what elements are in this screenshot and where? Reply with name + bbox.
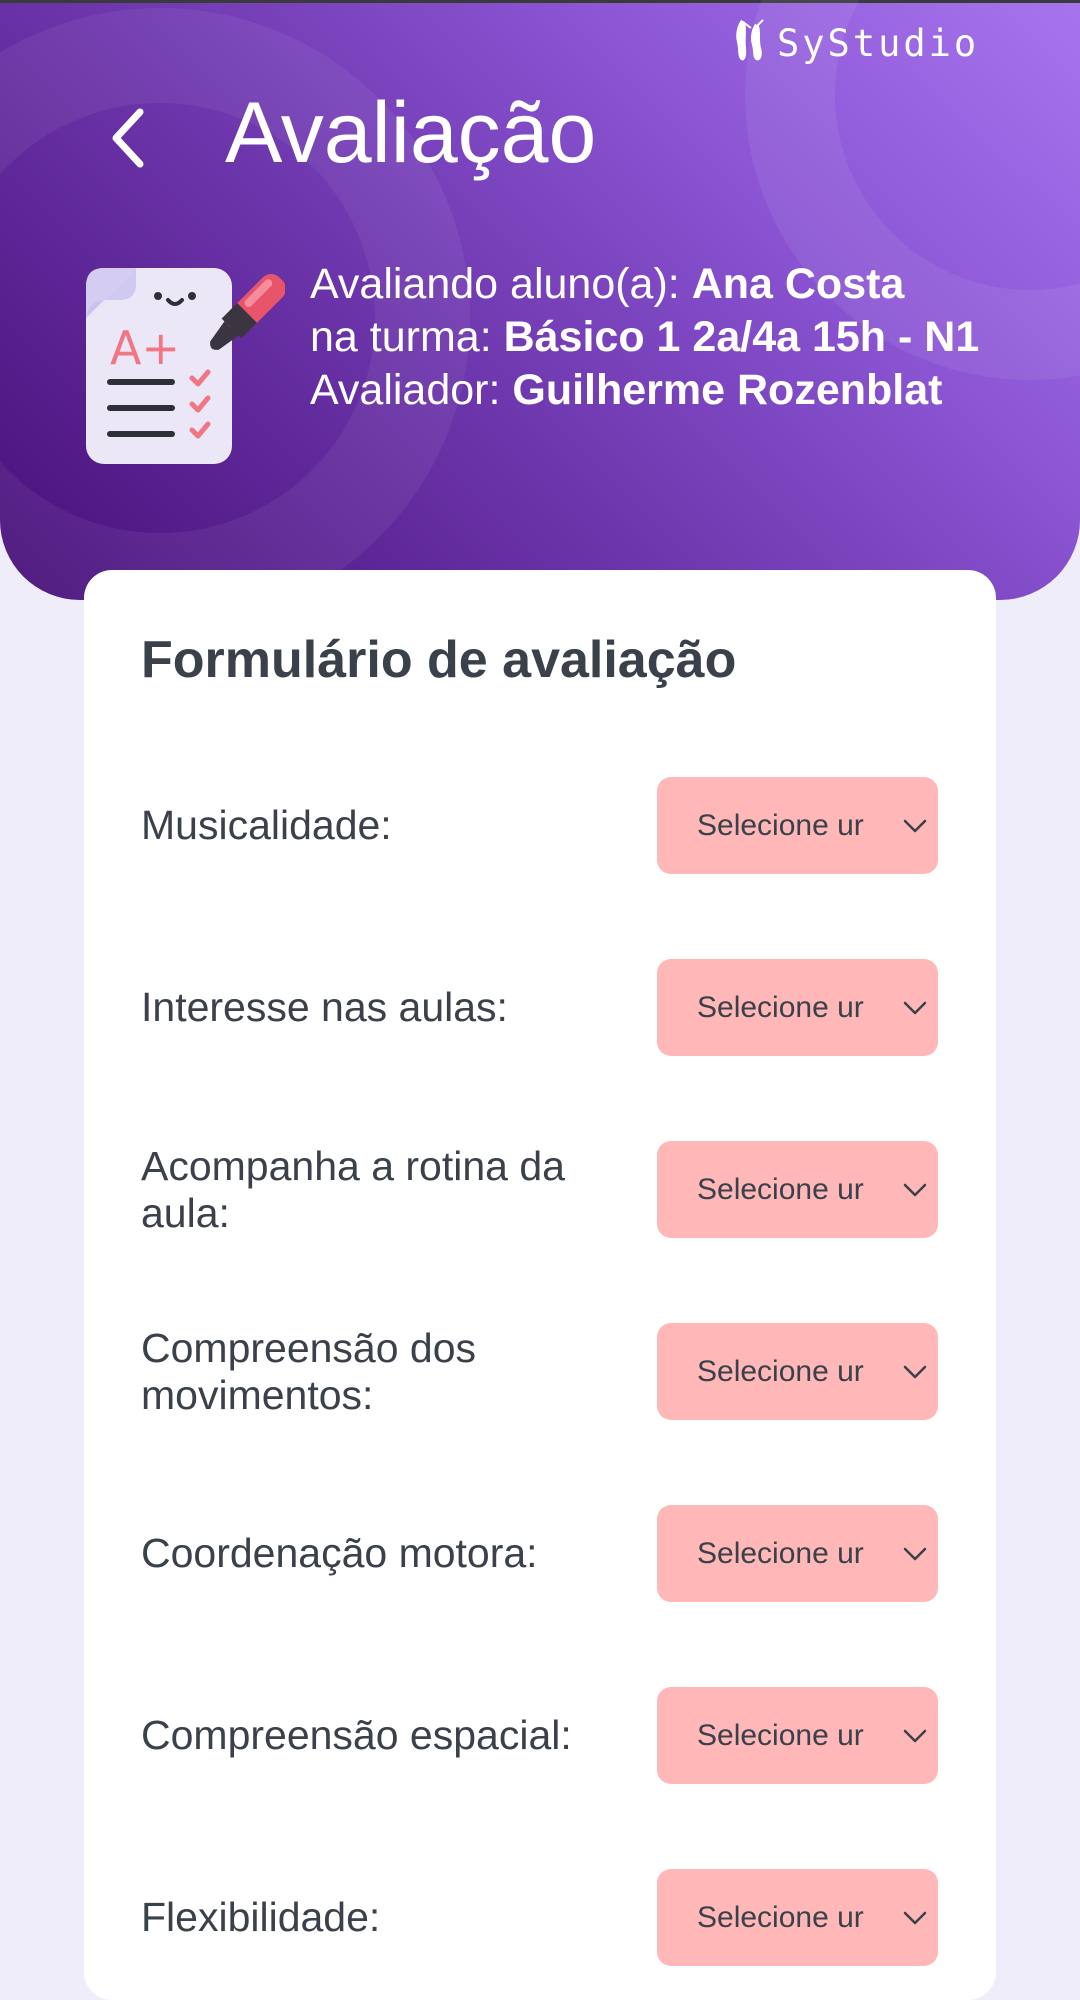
form-row-interesse: Interesse nas aulas: Selecione ur bbox=[141, 959, 941, 1056]
grade-mark: A+ bbox=[110, 321, 180, 375]
field-label: Flexibilidade: bbox=[141, 1894, 381, 1940]
form-row-espacial: Compreensão espacial: Selecione ur bbox=[141, 1687, 941, 1784]
select-value: Selecione ur bbox=[697, 990, 864, 1024]
rating-select[interactable]: Selecione ur bbox=[657, 1869, 938, 1966]
rating-select[interactable]: Selecione ur bbox=[657, 1323, 938, 1420]
form-row-musicalidade: Musicalidade: Selecione ur bbox=[141, 777, 941, 874]
rating-select[interactable]: Selecione ur bbox=[657, 1141, 938, 1238]
evaluator-name: Guilherme Rozenblat bbox=[512, 366, 943, 414]
evaluation-sheet-icon: A+ bbox=[80, 260, 286, 475]
select-value: Selecione ur bbox=[697, 1718, 864, 1752]
chevron-down-icon bbox=[900, 1721, 930, 1756]
select-value: Selecione ur bbox=[697, 808, 864, 842]
chevron-down-icon bbox=[900, 811, 930, 846]
chevron-down-icon bbox=[900, 1539, 930, 1574]
class-line: na turma: Básico 1 2a/4a 15h - N1 bbox=[310, 311, 1010, 364]
brand-logo: SyStudio bbox=[733, 18, 979, 68]
chevron-down-icon bbox=[900, 993, 930, 1028]
ballet-shoes-icon bbox=[733, 18, 767, 69]
rating-select[interactable]: Selecione ur bbox=[657, 1687, 938, 1784]
chevron-left-icon bbox=[108, 107, 148, 174]
student-line: Avaliando aluno(a): Ana Costa bbox=[310, 258, 1010, 311]
evaluation-form-card: Formulário de avaliação Musicalidade: Se… bbox=[84, 570, 996, 2000]
form-row-coordenacao: Coordenação motora: Selecione ur bbox=[141, 1505, 941, 1602]
form-row-compreensao-movimentos: Compreensão dos movimentos: Selecione ur bbox=[141, 1323, 941, 1420]
select-value: Selecione ur bbox=[697, 1536, 864, 1570]
field-label: Acompanha a rotina da aula: bbox=[141, 1142, 565, 1236]
select-value: Selecione ur bbox=[697, 1172, 864, 1206]
form-row-flexibilidade: Flexibilidade: Selecione ur bbox=[141, 1869, 941, 1966]
field-label: Musicalidade: bbox=[141, 802, 392, 848]
page-title: Avaliação bbox=[225, 85, 597, 181]
evaluator-label: Avaliador: bbox=[310, 366, 513, 414]
rating-select[interactable]: Selecione ur bbox=[657, 1505, 938, 1602]
evaluator-line: Avaliador: Guilherme Rozenblat bbox=[310, 364, 1010, 417]
select-value: Selecione ur bbox=[697, 1900, 864, 1934]
rating-select[interactable]: Selecione ur bbox=[657, 959, 938, 1056]
brand-name: SyStudio bbox=[777, 21, 980, 65]
class-name: Básico 1 2a/4a 15h - N1 bbox=[503, 313, 980, 361]
chevron-down-icon bbox=[900, 1175, 930, 1210]
field-label: Compreensão dos movimentos: bbox=[141, 1324, 477, 1418]
class-label: na turma: bbox=[310, 313, 504, 361]
field-label: Interesse nas aulas: bbox=[141, 984, 508, 1030]
chevron-down-icon bbox=[900, 1357, 930, 1392]
student-name: Ana Costa bbox=[691, 260, 905, 308]
back-button[interactable] bbox=[98, 100, 158, 180]
form-title: Formulário de avaliação bbox=[141, 631, 737, 689]
rating-select[interactable]: Selecione ur bbox=[657, 777, 938, 874]
select-value: Selecione ur bbox=[697, 1354, 864, 1388]
student-label: Avaliando aluno(a): bbox=[310, 260, 692, 308]
header: SyStudio Avaliação A+ Avaliando aluno(a)… bbox=[0, 0, 1080, 600]
evaluation-info: Avaliando aluno(a): Ana Costa na turma: … bbox=[310, 258, 1010, 417]
field-label: Compreensão espacial: bbox=[141, 1712, 572, 1758]
form-row-rotina: Acompanha a rotina da aula: Selecione ur bbox=[141, 1141, 941, 1238]
chevron-down-icon bbox=[900, 1903, 930, 1938]
field-label: Coordenação motora: bbox=[141, 1530, 538, 1576]
